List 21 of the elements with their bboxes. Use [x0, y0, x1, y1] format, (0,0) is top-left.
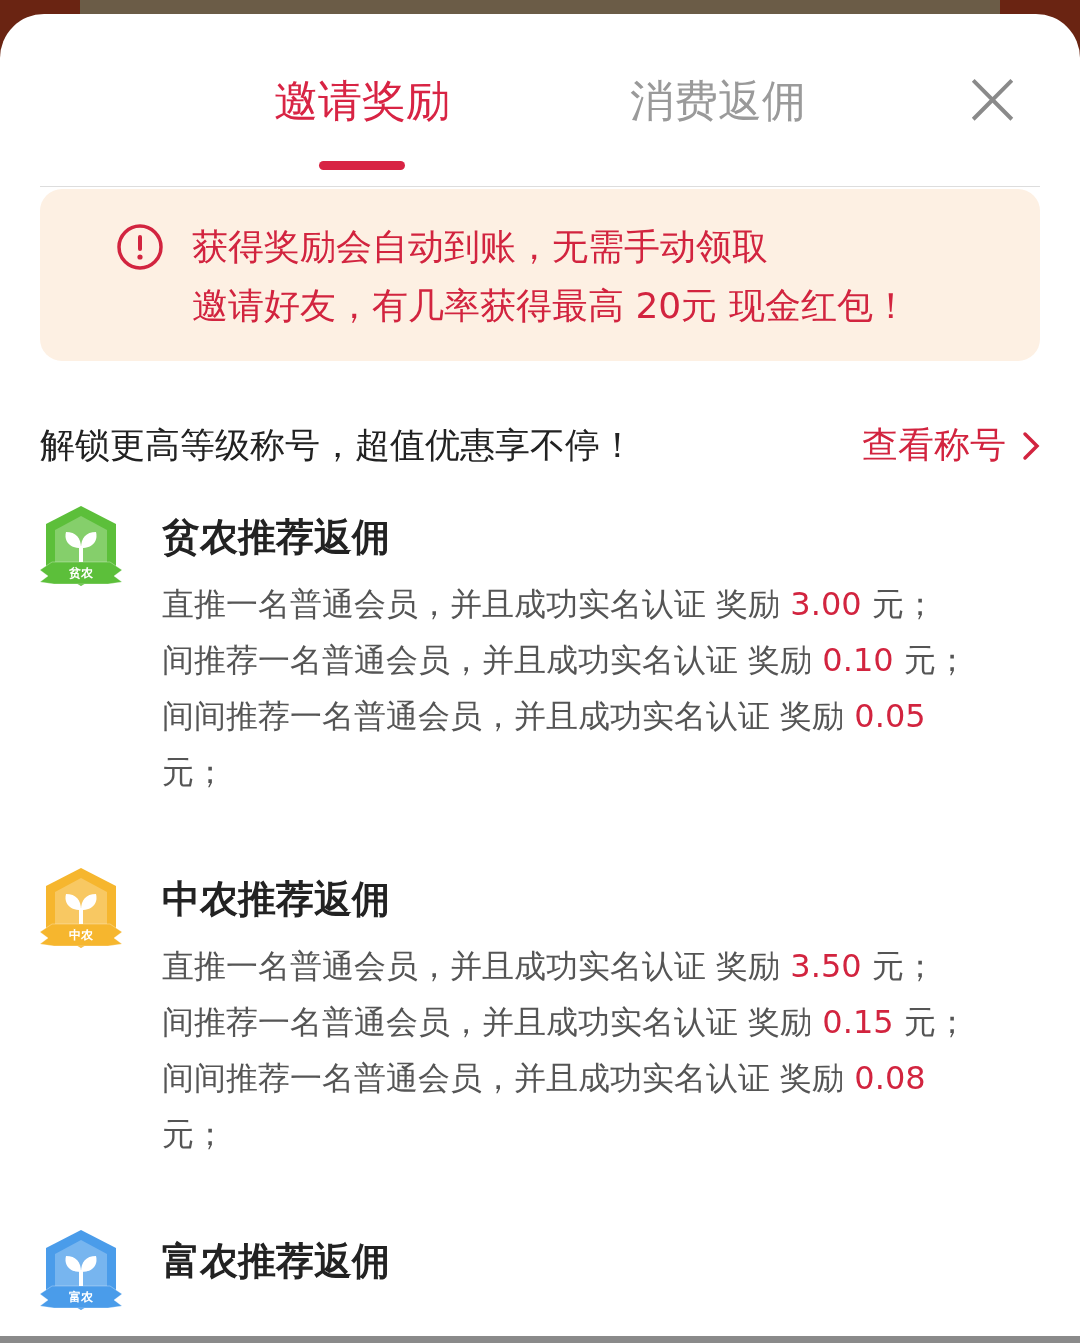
alert-icon: [116, 223, 164, 271]
reward-rule: 间间推荐一名普通会员，并且成功实名认证 奖励 0.08 元；: [162, 1058, 927, 1155]
badge-label: 中农: [68, 927, 94, 944]
badge-label: 富农: [68, 1289, 94, 1306]
notice-text: 邀请好友，有几率获得最高 20元 现金红包！: [192, 284, 909, 328]
section-title: 中农推荐返佣: [162, 876, 391, 922]
reward-rule: 间间推荐一名普通会员，并且成功实名认证 奖励 0.05 元；: [162, 696, 927, 793]
reward-rule: 直推一名普通会员，并且成功实名认证 奖励 3.50 元；: [162, 946, 937, 987]
close-button[interactable]: ×: [958, 58, 1026, 138]
section-title: 贫农推荐返佣: [162, 514, 391, 560]
badge-label: 贫农: [68, 565, 94, 582]
chevron-right-icon: [1022, 430, 1040, 461]
view-titles-link[interactable]: 查看称号: [862, 421, 1040, 470]
tab[interactable]: 邀请奖励: [274, 72, 450, 178]
promo-text: 解锁更高等级称号，超值优惠享不停！: [40, 424, 635, 467]
reward-rule: 直推一名普通会员，并且成功实名认证 奖励 3.00 元；: [162, 584, 937, 625]
section-title: 富农推荐返佣: [162, 1238, 391, 1284]
reward-rule: 间推荐一名普通会员，并且成功实名认证 奖励 0.15 元；: [162, 1002, 969, 1043]
notice-text: 获得奖励会自动到账，无需手动领取: [192, 225, 769, 269]
reward-rule: 间推荐一名普通会员，并且成功实名认证 奖励 0.10 元；: [162, 640, 969, 681]
tab[interactable]: 消费返佣: [630, 72, 806, 178]
